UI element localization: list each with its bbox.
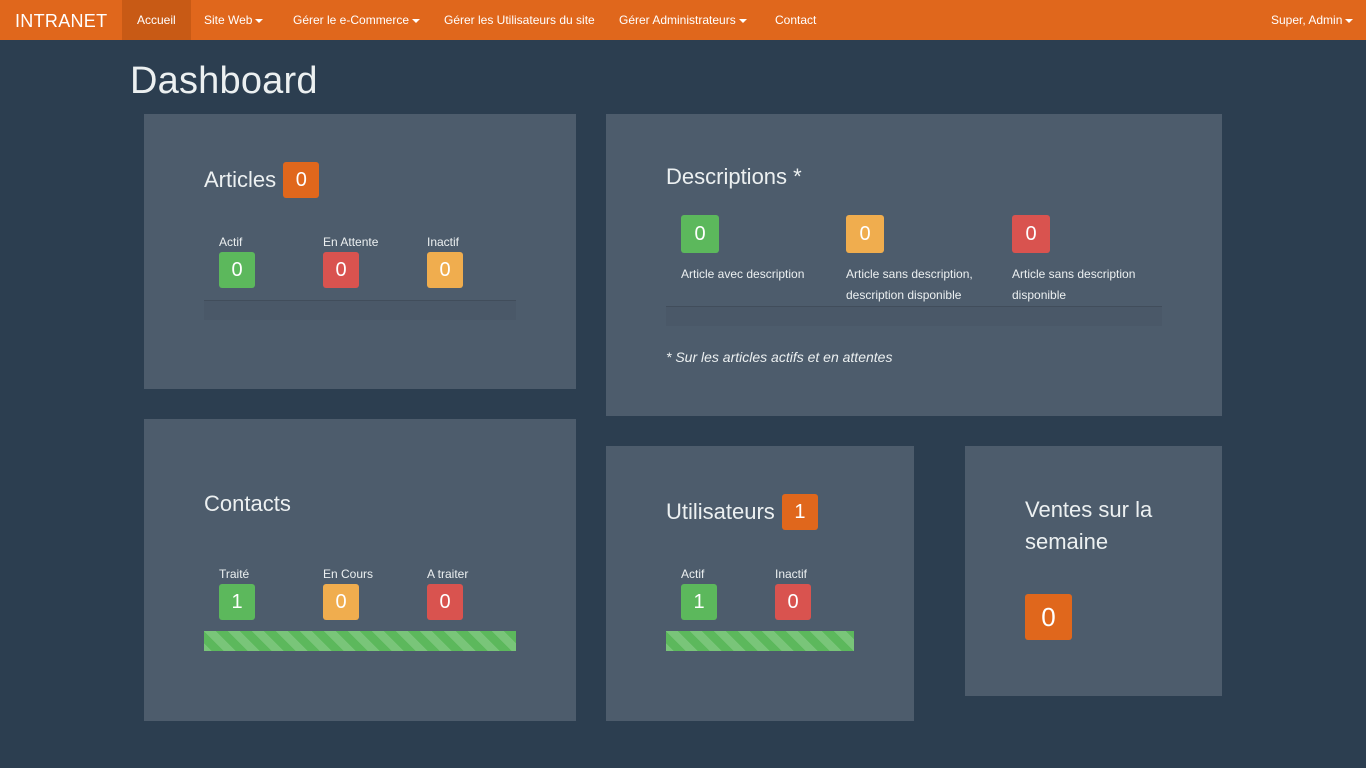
desc-value-avec[interactable]: 0 [681,215,719,253]
desc-value-sans-disponible[interactable]: 0 [846,215,884,253]
top-navbar: INTRANET Accueil Site Web Gérer le e-Com… [0,0,1366,40]
utilisateurs-panel: Utilisateurs 1 Actif 1 Inactif 0 [606,446,914,721]
user-name: Super, Admin [1271,13,1343,27]
descriptions-footnote: * Sur les articles actifs et en attentes [666,349,893,365]
nav-item-ecommerce[interactable]: Gérer le e-Commerce [293,0,421,40]
caret-down-icon [412,18,421,23]
desc-label-sans-disponible: Article sans description, description di… [846,267,973,302]
stat-label-user-inactif: Inactif [775,567,808,581]
stat-label-en-cours: En Cours [323,567,374,581]
desc-label-avec: Article avec description [681,267,805,281]
ventes-panel: Ventes sur la semaine 0 [965,446,1222,696]
nav-item-label: Gérer Administrateurs [619,13,736,27]
nav-item-contact[interactable]: Contact [775,0,816,40]
caret-down-icon [738,18,747,23]
contacts-title: Contacts [204,491,291,516]
stat-value-a-traiter[interactable]: 0 [427,584,463,620]
stat-label-actif: Actif [219,235,243,249]
stat-label-en-attente: En Attente [323,235,379,249]
utilisateurs-count-badge: 1 [781,494,818,530]
ventes-title: Ventes sur la semaine [1025,497,1153,554]
stat-value-inactif[interactable]: 0 [427,252,463,288]
articles-progress-bar [204,300,516,320]
articles-title: Articles 0 [204,162,320,198]
brand-logo[interactable]: INTRANET [15,0,107,40]
articles-title-label: Articles [204,167,277,192]
utilisateurs-title: Utilisateurs 1 [666,494,818,530]
page-title: Dashboard [130,60,318,102]
nav-item-label: Gérer les Utilisateurs du site [444,13,595,27]
desc-value-sans[interactable]: 0 [1012,215,1050,253]
desc-label-sans: Article sans description disponible [1012,267,1136,302]
stat-label-inactif: Inactif [427,235,460,249]
caret-down-icon [255,18,264,23]
articles-count-badge: 0 [283,162,320,198]
contacts-panel: Contacts Traité 1 En Cours 0 A traiter 0 [144,419,576,721]
descriptions-progress-bar [666,306,1162,326]
stat-label-user-actif: Actif [681,567,705,581]
caret-down-icon [1345,18,1354,23]
stat-value-user-inactif[interactable]: 0 [775,584,811,620]
stat-value-en-attente[interactable]: 0 [323,252,359,288]
stat-value-actif[interactable]: 0 [219,252,255,288]
descriptions-title: Descriptions * [666,164,802,189]
user-menu[interactable]: Super, Admin [1271,0,1354,40]
stat-value-user-actif[interactable]: 1 [681,584,717,620]
utilisateurs-progress-bar [666,631,854,651]
utilisateurs-title-label: Utilisateurs [666,499,775,524]
stat-label-traite: Traité [219,567,250,581]
nav-item-accueil[interactable]: Accueil [122,0,191,40]
nav-item-utilisateurs-site[interactable]: Gérer les Utilisateurs du site [444,0,595,40]
stat-value-en-cours[interactable]: 0 [323,584,359,620]
stat-value-traite[interactable]: 1 [219,584,255,620]
nav-item-label: Contact [775,13,817,27]
nav-item-label: Site Web [204,13,253,27]
ventes-value[interactable]: 0 [1025,594,1072,640]
articles-panel: Articles 0 Actif 0 En Attente 0 Inactif … [144,114,576,389]
nav-item-administrateurs[interactable]: Gérer Administrateurs [619,0,747,40]
descriptions-panel: Descriptions * 0 Article avec descriptio… [606,114,1222,416]
nav-item-site-web[interactable]: Site Web [204,0,264,40]
nav-item-label: Accueil [137,13,176,27]
stat-label-a-traiter: A traiter [427,567,469,581]
nav-item-label: Gérer le e-Commerce [293,13,410,27]
contacts-progress-bar [204,631,516,651]
